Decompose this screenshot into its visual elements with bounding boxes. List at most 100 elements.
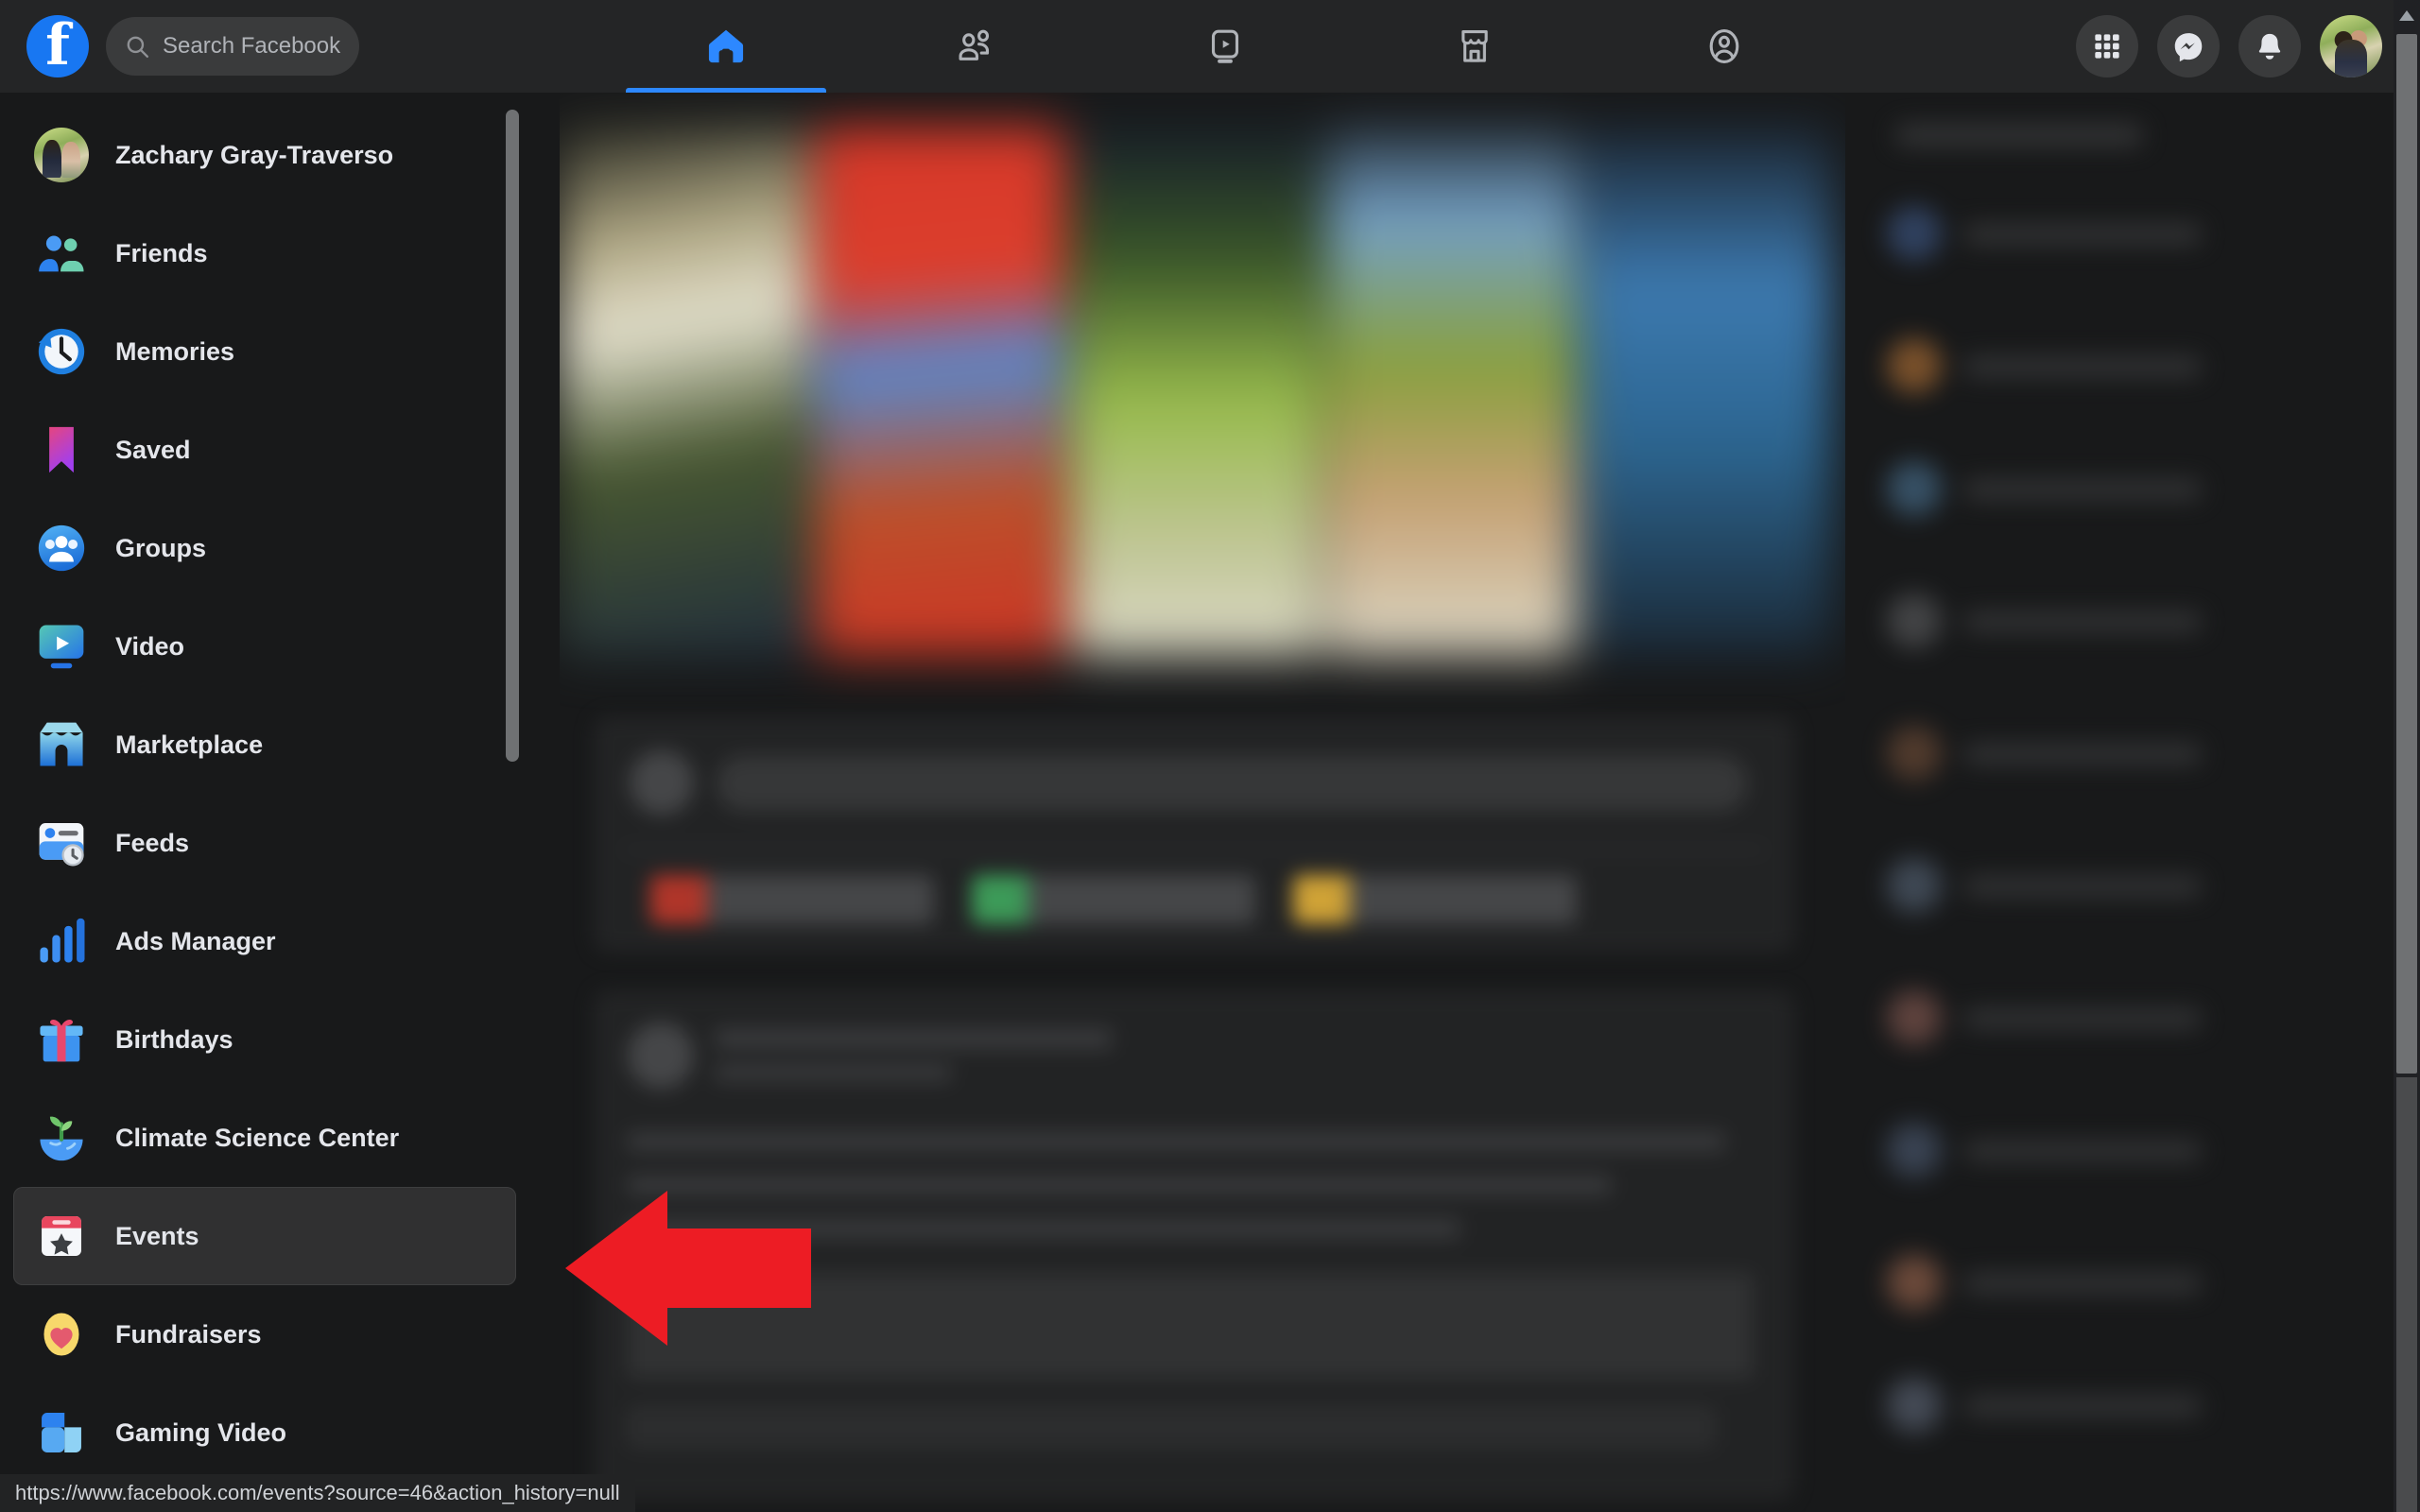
sidebar-item-label: Events [115,1221,199,1250]
post-media[interactable] [628,1274,1753,1378]
sidebar-item-marketplace[interactable]: Marketplace [13,696,516,794]
nav-tab-marketplace[interactable] [1350,0,1599,93]
contact-row[interactable] [1887,584,2303,660]
news-feed [560,93,1845,1512]
contact-name [1964,745,2201,764]
sidebar-item-events[interactable]: Events [13,1187,516,1285]
contact-avatar [1887,1255,1942,1310]
sidebar-item-saved[interactable]: Saved [13,401,516,499]
video-icon [1211,29,1239,63]
contact-name [1964,480,2201,499]
sidebar-item-label: Fundraisers [115,1319,262,1349]
sidebar-item-climate-science-center[interactable]: Climate Science Center [13,1089,516,1187]
divider [622,849,1766,850]
status-url: https://www.facebook.com/events?source=4… [15,1481,620,1504]
post-text-line [628,1176,1611,1194]
nav-tab-home[interactable] [601,0,851,93]
story-card[interactable] [1581,127,1832,656]
sidebar-item-label: Feeds [115,828,190,857]
friends-color-icon [39,235,84,272]
sidebar-item-ads-manager[interactable]: Ads Manager [13,892,516,990]
contact-name [1964,1274,2201,1293]
contact-row[interactable] [1887,849,2303,924]
climate-sprout-icon [40,1116,83,1161]
scrollbar-track[interactable] [2396,1077,2417,1512]
contact-avatar [1887,593,1942,648]
sidebar-item-birthdays[interactable]: Birthdays [13,990,516,1089]
sidebar-item-groups[interactable]: Groups [13,499,516,597]
contact-row[interactable] [1887,197,2303,272]
menu-button[interactable] [2076,15,2138,77]
saved-bookmark-icon [49,426,74,473]
contact-row[interactable] [1887,981,2303,1057]
contacts-heading [1896,125,2142,146]
sidebar-item-video[interactable]: Video [13,597,516,696]
sidebar-item-gaming-video[interactable]: Gaming Video [13,1383,516,1482]
sidebar-item-fundraisers[interactable]: Fundraisers [13,1285,516,1383]
search-input[interactable]: Search Facebook [106,17,359,76]
post-composer[interactable] [594,716,1794,953]
search-icon [125,34,149,59]
composer-action-photo-video[interactable] [972,875,1255,924]
facebook-page: Search Facebook [0,0,2420,1512]
contact-name [1964,877,2201,896]
sidebar-item-feeds[interactable]: Feeds [13,794,516,892]
sidebar-item-friends[interactable]: Friends [13,204,516,302]
post-actions-bar[interactable] [628,1406,1715,1448]
nav-tab-groups[interactable] [1599,0,1849,93]
composer-input[interactable] [717,756,1747,811]
topbar-nav-tabs [601,0,1849,93]
post-timestamp [715,1064,951,1081]
contact-row[interactable] [1887,1246,2303,1321]
post-author-name [715,1028,1112,1049]
composer-action-live-video[interactable] [650,875,934,924]
post-author-avatar[interactable] [628,1022,694,1089]
scroll-up-arrow-icon[interactable] [2397,8,2416,25]
sidebar-item-label: Memories [115,336,235,366]
right-sidebar-contacts [1872,93,2344,1512]
scrollbar-thumb[interactable] [2396,34,2417,1074]
contact-row[interactable] [1887,1368,2303,1444]
nav-tab-video[interactable] [1100,0,1350,93]
story-card[interactable] [560,127,810,656]
story-card[interactable] [1070,127,1321,656]
contact-avatar [1887,338,1942,393]
marketplace-shop-icon [40,722,83,766]
groups-color-icon [38,524,85,572]
contact-row[interactable] [1887,329,2303,404]
groups-icon [1709,29,1739,63]
gaming-video-icon [42,1413,81,1452]
sidebar-list: Zachary Gray-Traverso Friends Memories S… [0,93,529,1482]
messenger-button[interactable] [2157,15,2220,77]
contact-row[interactable] [1887,452,2303,527]
post-text-line [628,1219,1460,1238]
sidebar-scrollbar-thumb[interactable] [506,110,519,762]
contact-row[interactable] [1887,1113,2303,1189]
story-card[interactable] [815,127,1065,656]
account-avatar[interactable] [2320,15,2382,77]
composer-action-feeling-activity[interactable] [1293,875,1577,924]
contact-avatar [1887,1378,1942,1433]
left-sidebar: Zachary Gray-Traverso Friends Memories S… [0,93,529,1512]
sidebar-item-label: Friends [115,238,208,267]
friends-icon [959,29,990,60]
browser-scrollbar[interactable] [2394,0,2420,1512]
search-placeholder: Search Facebook [163,33,341,59]
topbar-actions [2076,0,2382,93]
sidebar-item-profile[interactable]: Zachary Gray-Traverso [13,106,516,204]
notifications-button[interactable] [2238,15,2301,77]
sidebar-item-memories[interactable]: Memories [13,302,516,401]
contact-row[interactable] [1887,716,2303,792]
post-text-line [628,1132,1724,1151]
contact-name [1964,357,2201,376]
browser-status-bar: https://www.facebook.com/events?source=4… [0,1474,635,1512]
contact-name [1964,1397,2201,1416]
grid-menu-icon [2095,34,2119,59]
stories-carousel[interactable] [560,127,1832,656]
nav-tab-friends[interactable] [851,0,1100,93]
contact-avatar [1887,990,1942,1045]
bell-icon [2258,33,2281,60]
story-card[interactable] [1325,127,1576,656]
events-calendar-star-icon [42,1216,81,1256]
facebook-logo[interactable] [26,15,89,77]
